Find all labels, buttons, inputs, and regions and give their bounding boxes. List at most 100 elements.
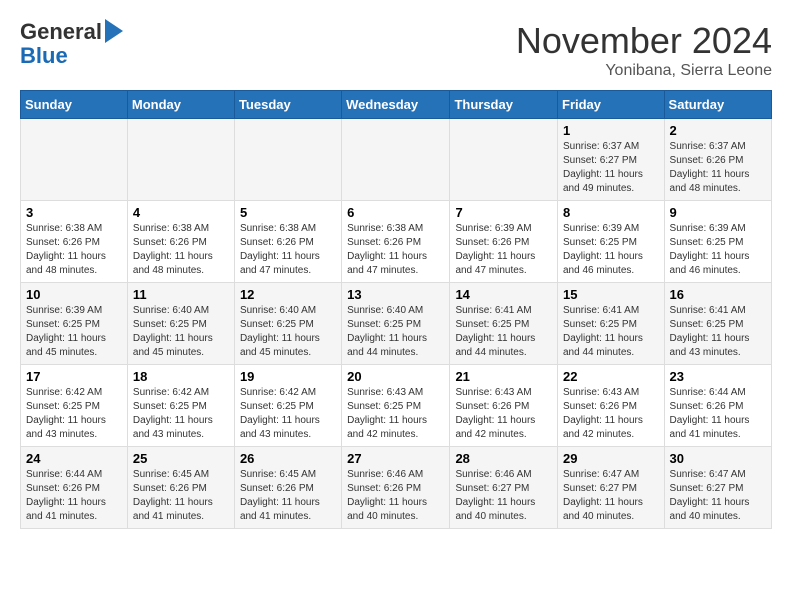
day-info: Sunrise: 6:45 AM Sunset: 6:26 PM Dayligh… — [133, 468, 229, 524]
day-info: Sunrise: 6:41 AM Sunset: 6:25 PM Dayligh… — [670, 304, 766, 360]
page-header: General Blue November 2024 Yonibana, Sie… — [20, 20, 772, 80]
calendar-cell — [234, 119, 341, 201]
calendar-cell: 16 Sunrise: 6:41 AM Sunset: 6:25 PM Dayli… — [664, 283, 771, 365]
day-info: Sunrise: 6:39 AM Sunset: 6:26 PM Dayligh… — [455, 222, 552, 278]
day-number: 5 — [240, 205, 336, 220]
day-info: Sunrise: 6:44 AM Sunset: 6:26 PM Dayligh… — [26, 468, 122, 524]
calendar-week-1: 1Sunrise: 6:37 AM Sunset: 6:27 PM Daylig… — [21, 119, 772, 201]
day-number: 3 — [26, 205, 122, 220]
day-info: Sunrise: 6:37 AM Sunset: 6:27 PM Dayligh… — [563, 140, 659, 196]
calendar-cell: 2 Sunrise: 6:37 AM Sunset: 6:26 PM Daylig… — [664, 119, 771, 201]
calendar-cell: 29 Sunrise: 6:47 AM Sunset: 6:27 PM Dayli… — [558, 447, 665, 529]
day-number: 7 — [455, 205, 552, 220]
day-info: Sunrise: 6:47 AM Sunset: 6:27 PM Dayligh… — [670, 468, 766, 524]
col-header-friday: Friday — [558, 91, 665, 119]
day-info: Sunrise: 6:43 AM Sunset: 6:25 PM Dayligh… — [347, 386, 444, 442]
day-number: 14 — [455, 287, 552, 302]
day-number: 29 — [563, 451, 659, 466]
calendar-week-4: 17 Sunrise: 6:42 AM Sunset: 6:25 PM Dayli… — [21, 365, 772, 447]
day-number: 19 — [240, 369, 336, 384]
calendar-cell: 5 Sunrise: 6:38 AM Sunset: 6:26 PM Daylig… — [234, 201, 341, 283]
day-number: 4 — [133, 205, 229, 220]
calendar-cell: 10 Sunrise: 6:39 AM Sunset: 6:25 PM Dayli… — [21, 283, 128, 365]
day-number: 26 — [240, 451, 336, 466]
day-info: Sunrise: 6:43 AM Sunset: 6:26 PM Dayligh… — [455, 386, 552, 442]
col-header-tuesday: Tuesday — [234, 91, 341, 119]
day-number: 24 — [26, 451, 122, 466]
col-header-sunday: Sunday — [21, 91, 128, 119]
day-info: Sunrise: 6:42 AM Sunset: 6:25 PM Dayligh… — [133, 386, 229, 442]
calendar-cell: 28 Sunrise: 6:46 AM Sunset: 6:27 PM Dayli… — [450, 447, 558, 529]
day-info: Sunrise: 6:40 AM Sunset: 6:25 PM Dayligh… — [347, 304, 444, 360]
day-info: Sunrise: 6:38 AM Sunset: 6:26 PM Dayligh… — [133, 222, 229, 278]
day-info: Sunrise: 6:40 AM Sunset: 6:25 PM Dayligh… — [240, 304, 336, 360]
day-number: 9 — [670, 205, 766, 220]
day-number: 21 — [455, 369, 552, 384]
location-text: Yonibana, Sierra Leone — [516, 62, 772, 80]
calendar-cell: 9Sunrise: 6:39 AM Sunset: 6:25 PM Daylig… — [664, 201, 771, 283]
day-info: Sunrise: 6:38 AM Sunset: 6:26 PM Dayligh… — [347, 222, 444, 278]
day-number: 27 — [347, 451, 444, 466]
day-number: 16 — [670, 287, 766, 302]
calendar-cell: 8 Sunrise: 6:39 AM Sunset: 6:25 PM Daylig… — [558, 201, 665, 283]
calendar-cell — [450, 119, 558, 201]
calendar-header-row: SundayMondayTuesdayWednesdayThursdayFrid… — [21, 91, 772, 119]
day-info: Sunrise: 6:39 AM Sunset: 6:25 PM Dayligh… — [26, 304, 122, 360]
day-info: Sunrise: 6:39 AM Sunset: 6:25 PM Dayligh… — [563, 222, 659, 278]
calendar-cell — [127, 119, 234, 201]
day-number: 11 — [133, 287, 229, 302]
title-block: November 2024 Yonibana, Sierra Leone — [516, 20, 772, 80]
month-title: November 2024 — [516, 20, 772, 62]
day-info: Sunrise: 6:44 AM Sunset: 6:26 PM Dayligh… — [670, 386, 766, 442]
day-info: Sunrise: 6:38 AM Sunset: 6:26 PM Dayligh… — [26, 222, 122, 278]
day-info: Sunrise: 6:40 AM Sunset: 6:25 PM Dayligh… — [133, 304, 229, 360]
day-info: Sunrise: 6:41 AM Sunset: 6:25 PM Dayligh… — [455, 304, 552, 360]
day-info: Sunrise: 6:38 AM Sunset: 6:26 PM Dayligh… — [240, 222, 336, 278]
calendar-cell: 13Sunrise: 6:40 AM Sunset: 6:25 PM Dayli… — [342, 283, 450, 365]
day-number: 28 — [455, 451, 552, 466]
col-header-thursday: Thursday — [450, 91, 558, 119]
calendar-cell: 17 Sunrise: 6:42 AM Sunset: 6:25 PM Dayli… — [21, 365, 128, 447]
calendar-cell: 14 Sunrise: 6:41 AM Sunset: 6:25 PM Dayli… — [450, 283, 558, 365]
logo-arrow-icon — [105, 19, 123, 43]
calendar-cell: 26 Sunrise: 6:45 AM Sunset: 6:26 PM Dayli… — [234, 447, 341, 529]
day-info: Sunrise: 6:37 AM Sunset: 6:26 PM Dayligh… — [670, 140, 766, 196]
day-number: 17 — [26, 369, 122, 384]
day-number: 20 — [347, 369, 444, 384]
calendar-cell: 6 Sunrise: 6:38 AM Sunset: 6:26 PM Daylig… — [342, 201, 450, 283]
day-info: Sunrise: 6:45 AM Sunset: 6:26 PM Dayligh… — [240, 468, 336, 524]
day-number: 15 — [563, 287, 659, 302]
logo-blue-text: Blue — [20, 44, 68, 68]
calendar-cell: 18 Sunrise: 6:42 AM Sunset: 6:25 PM Dayli… — [127, 365, 234, 447]
day-info: Sunrise: 6:47 AM Sunset: 6:27 PM Dayligh… — [563, 468, 659, 524]
calendar-cell: 11 Sunrise: 6:40 AM Sunset: 6:25 PM Dayli… — [127, 283, 234, 365]
calendar-cell: 23 Sunrise: 6:44 AM Sunset: 6:26 PM Dayli… — [664, 365, 771, 447]
calendar-cell: 19Sunrise: 6:42 AM Sunset: 6:25 PM Dayli… — [234, 365, 341, 447]
day-number: 6 — [347, 205, 444, 220]
calendar-cell: 30Sunrise: 6:47 AM Sunset: 6:27 PM Dayli… — [664, 447, 771, 529]
calendar-table: SundayMondayTuesdayWednesdayThursdayFrid… — [20, 90, 772, 529]
calendar-cell: 4 Sunrise: 6:38 AM Sunset: 6:26 PM Daylig… — [127, 201, 234, 283]
col-header-saturday: Saturday — [664, 91, 771, 119]
day-info: Sunrise: 6:46 AM Sunset: 6:27 PM Dayligh… — [455, 468, 552, 524]
calendar-cell: 21 Sunrise: 6:43 AM Sunset: 6:26 PM Dayli… — [450, 365, 558, 447]
day-number: 2 — [670, 123, 766, 138]
logo: General Blue — [20, 20, 123, 68]
calendar-cell: 1Sunrise: 6:37 AM Sunset: 6:27 PM Daylig… — [558, 119, 665, 201]
logo-general-text: General — [20, 19, 102, 44]
calendar-cell: 25Sunrise: 6:45 AM Sunset: 6:26 PM Dayli… — [127, 447, 234, 529]
day-number: 10 — [26, 287, 122, 302]
calendar-cell: 22Sunrise: 6:43 AM Sunset: 6:26 PM Dayli… — [558, 365, 665, 447]
col-header-wednesday: Wednesday — [342, 91, 450, 119]
day-info: Sunrise: 6:46 AM Sunset: 6:26 PM Dayligh… — [347, 468, 444, 524]
calendar-cell: 24 Sunrise: 6:44 AM Sunset: 6:26 PM Dayli… — [21, 447, 128, 529]
col-header-monday: Monday — [127, 91, 234, 119]
day-number: 23 — [670, 369, 766, 384]
calendar-cell: 3 Sunrise: 6:38 AM Sunset: 6:26 PM Daylig… — [21, 201, 128, 283]
day-info: Sunrise: 6:42 AM Sunset: 6:25 PM Dayligh… — [26, 386, 122, 442]
day-number: 18 — [133, 369, 229, 384]
day-number: 8 — [563, 205, 659, 220]
calendar-cell: 15Sunrise: 6:41 AM Sunset: 6:25 PM Dayli… — [558, 283, 665, 365]
calendar-week-5: 24 Sunrise: 6:44 AM Sunset: 6:26 PM Dayli… — [21, 447, 772, 529]
day-info: Sunrise: 6:43 AM Sunset: 6:26 PM Dayligh… — [563, 386, 659, 442]
